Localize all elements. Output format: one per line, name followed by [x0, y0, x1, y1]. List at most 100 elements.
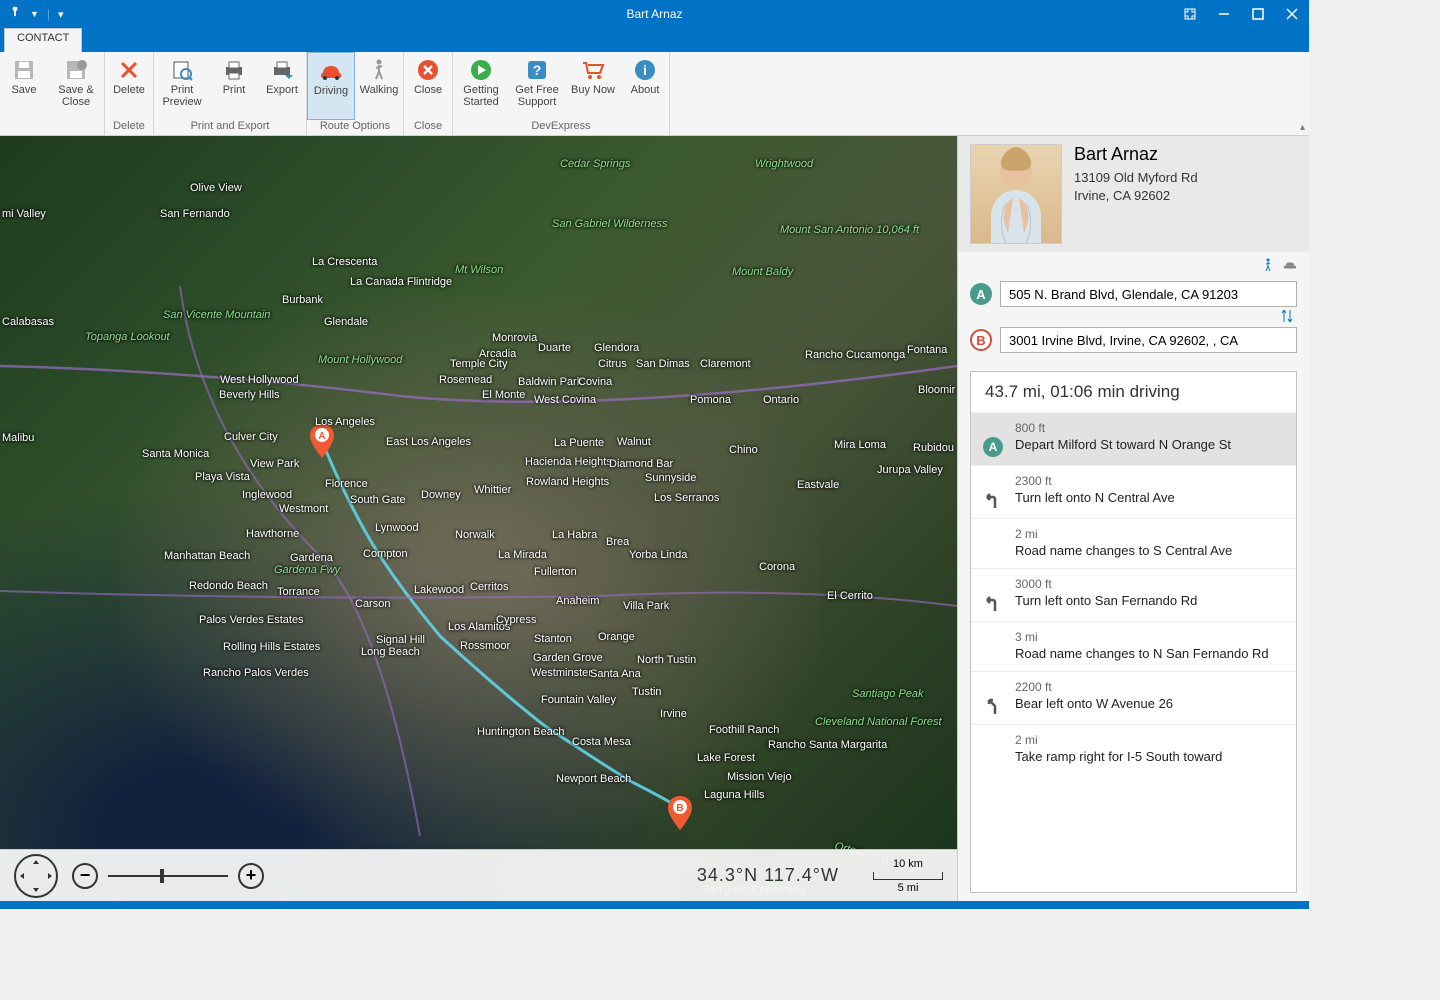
zoom-in-button[interactable]: + — [238, 863, 264, 889]
map-label: South Gate — [350, 494, 406, 506]
main-area: A B Olive View mi Valley San Fernando Ce… — [0, 136, 1309, 901]
touch-icon[interactable] — [8, 6, 22, 23]
from-input[interactable] — [1000, 281, 1297, 307]
map-label: Florence — [325, 478, 368, 490]
delete-button[interactable]: Delete — [105, 52, 153, 120]
marker-b-badge: B — [970, 329, 992, 351]
map-label: Jurupa Valley — [877, 464, 943, 476]
direction-step[interactable]: 2 miTake ramp right for I-5 South toward — [971, 724, 1296, 774]
print-button[interactable]: Print — [210, 52, 258, 120]
travel-mode-icons — [958, 252, 1309, 279]
about-label: About — [631, 84, 660, 96]
map-label: Mission Viejo — [727, 771, 792, 783]
ribbon: Save Save & Close Delete Delete Print Pr… — [0, 52, 1309, 136]
map-label: Hawthorne — [246, 528, 299, 540]
map-label: Malibu — [2, 432, 34, 444]
map-label: Westmont — [279, 503, 328, 515]
map-label: Duarte — [538, 342, 571, 354]
close-ribbon-button[interactable]: Close — [404, 52, 452, 120]
map-label: Rowland Heights — [526, 476, 609, 488]
print-preview-label: Print Preview — [154, 84, 210, 108]
qa-overflow-icon[interactable]: ▾ — [58, 8, 64, 21]
group-label-delete: Delete — [105, 120, 153, 135]
export-button[interactable]: Export — [258, 52, 306, 120]
map-label: Burbank — [282, 294, 323, 306]
buy-now-button[interactable]: Buy Now — [565, 52, 621, 120]
driving-button[interactable]: Driving — [307, 52, 355, 120]
map-label: Laguna Hills — [704, 789, 765, 801]
about-button[interactable]: iAbout — [621, 52, 669, 120]
close-button[interactable] — [1275, 0, 1309, 28]
map-label: Cleveland National Forest — [815, 716, 942, 728]
save-close-button[interactable]: Save & Close — [48, 52, 104, 120]
scale-mi: 5 mi — [873, 882, 943, 894]
support-label: Get Free Support — [509, 84, 565, 108]
dropdown-icon[interactable]: ▼ — [30, 9, 39, 19]
map-label: Claremont — [700, 358, 751, 370]
map-label: San Vicente Mountain — [163, 309, 270, 321]
zoom-out-button[interactable]: − — [72, 863, 98, 889]
direction-step[interactable]: 3 miRoad name changes to N San Fernando … — [971, 621, 1296, 671]
map-label: Cedar Springs — [560, 158, 630, 170]
map-label: Wrightwood — [755, 158, 813, 170]
map-viewport[interactable]: A B Olive View mi Valley San Fernando Ce… — [0, 136, 957, 901]
map-label: Mount Hollywood — [318, 354, 402, 366]
walking-button[interactable]: Walking — [355, 52, 403, 120]
map-label: Walnut — [617, 436, 651, 448]
map-label: Bloomir — [918, 384, 955, 396]
direction-step[interactable]: 2200 ftBear left onto W Avenue 26 — [971, 671, 1296, 724]
map-label: Foothill Ranch — [709, 724, 779, 736]
step-text: Road name changes to N San Fernando Rd — [1015, 646, 1286, 663]
map-label: El Monte — [482, 389, 525, 401]
save-button[interactable]: Save — [0, 52, 48, 120]
minimize-button[interactable] — [1207, 0, 1241, 28]
getting-started-button[interactable]: Getting Started — [453, 52, 509, 120]
contact-addr2: Irvine, CA 92602 — [1074, 187, 1198, 205]
map-pan-pad[interactable] — [14, 854, 58, 898]
driving-mode-icon[interactable] — [1283, 258, 1297, 277]
contact-card: Bart Arnaz 13109 Old Myford Rd Irvine, C… — [958, 136, 1309, 252]
map-label: Beverly Hills — [219, 389, 280, 401]
fullscreen-button[interactable] — [1173, 0, 1207, 28]
ribbon-group-route: Driving Walking Route Options — [307, 52, 404, 135]
map-label: Compton — [363, 548, 408, 560]
route-from-row: A — [970, 281, 1297, 307]
svg-text:?: ? — [533, 62, 542, 78]
map-label: Costa Mesa — [572, 736, 631, 748]
status-bar — [0, 901, 1309, 909]
map-label: North Tustin — [637, 654, 696, 666]
step-text: Road name changes to S Central Ave — [1015, 543, 1286, 560]
map-label: Santa Monica — [142, 448, 209, 460]
map-label: Lake Forest — [697, 752, 755, 764]
map-label: Los Serranos — [654, 492, 719, 504]
map-label: Signal Hill — [376, 634, 425, 646]
ribbon-group-print: Print Preview Print Export Print and Exp… — [154, 52, 307, 135]
ribbon-collapse-icon[interactable]: ▴ — [1300, 122, 1305, 133]
to-input[interactable] — [1000, 327, 1297, 353]
map-label: Rancho Cucamonga — [805, 349, 905, 361]
walking-mode-icon[interactable] — [1261, 258, 1275, 277]
swap-button[interactable] — [970, 309, 1297, 323]
zoom-slider[interactable] — [108, 875, 228, 877]
map-label: Torrance — [277, 586, 320, 598]
map-label: Long Beach — [361, 646, 420, 658]
map-label: Anaheim — [556, 595, 599, 607]
direction-step[interactable]: 2 miRoad name changes to S Central Ave — [971, 518, 1296, 568]
map-label: Gardena — [290, 552, 333, 564]
tab-contact[interactable]: CONTACT — [4, 28, 82, 52]
ribbon-group-close: Close Close — [404, 52, 453, 135]
contact-addr1: 13109 Old Myford Rd — [1074, 169, 1198, 187]
map-pin-a[interactable]: A — [310, 424, 334, 463]
direction-step[interactable]: 2300 ftTurn left onto N Central Ave — [971, 465, 1296, 518]
print-preview-button[interactable]: Print Preview — [154, 52, 210, 120]
map-scale: 10 km 5 mi — [873, 858, 943, 894]
map-pin-b[interactable]: B — [668, 796, 692, 835]
map-label: Yorba Linda — [629, 549, 687, 561]
map-label: Inglewood — [242, 489, 292, 501]
support-button[interactable]: ? Get Free Support — [509, 52, 565, 120]
maximize-button[interactable] — [1241, 0, 1275, 28]
map-label: Calabasas — [2, 316, 54, 328]
direction-step[interactable]: 3000 ftTurn left onto San Fernando Rd — [971, 568, 1296, 621]
direction-step[interactable]: A800 ftDepart Milford St toward N Orange… — [971, 412, 1296, 465]
directions-list[interactable]: A800 ftDepart Milford St toward N Orange… — [971, 412, 1296, 892]
